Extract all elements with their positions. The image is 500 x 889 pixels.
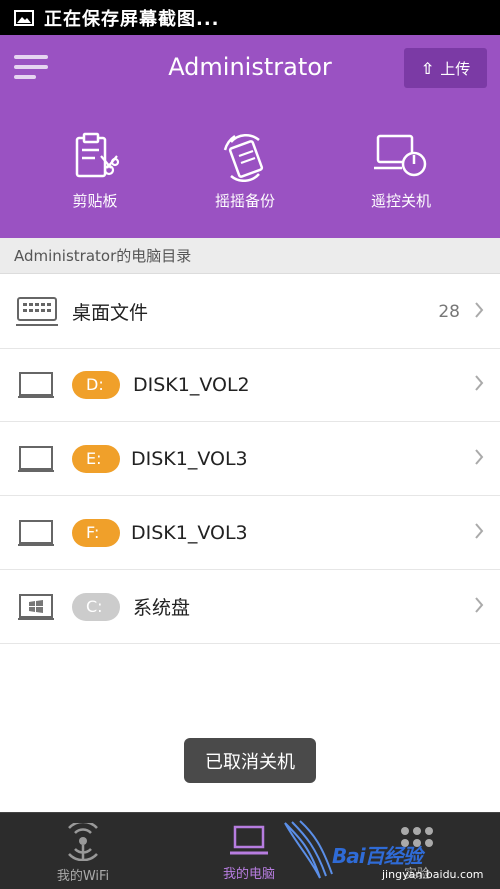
shake-backup-icon (223, 133, 264, 182)
nav-label: 我的WiFi (56, 869, 110, 884)
chevron-right-icon (475, 523, 484, 539)
shake-backup-label: 摇摇备份 (214, 192, 275, 210)
item-name: DISK1_VOL2 (133, 373, 250, 396)
chevron-right-icon (475, 597, 484, 613)
toast-message: 已取消关机 (184, 738, 316, 783)
drive-icon (18, 445, 54, 472)
remote-shutdown-icon (374, 134, 427, 177)
upload-label: 上传 (440, 59, 471, 78)
drive-icon (18, 371, 54, 398)
watermark-url: jingyan.baidu.com (382, 868, 484, 881)
clipboard-icon (75, 132, 120, 178)
nav-my-wifi[interactable]: 我的WiFi (0, 813, 166, 889)
laptop-icon (230, 825, 268, 855)
baidu-watermark: Bai百经验 jingyan.baidu.com (280, 818, 500, 889)
list-item-drive-e[interactable]: E: DISK1_VOL3 (0, 422, 500, 496)
item-name: 系统盘 (133, 597, 191, 619)
drive-badge: D: (72, 370, 120, 399)
upload-button[interactable]: ⇧ 上传 (404, 48, 487, 88)
list-item-desktop[interactable]: 桌面文件 28 (0, 275, 500, 349)
item-name: DISK1_VOL3 (131, 521, 248, 544)
chevron-right-icon (475, 302, 484, 318)
section-header: Administrator的电脑目录 (0, 238, 500, 274)
drive-icon (18, 519, 54, 546)
remote-shutdown-button[interactable]: 遥控关机 (336, 130, 466, 211)
shake-backup-button[interactable]: 摇摇备份 (180, 130, 310, 211)
item-count: 28 (438, 301, 460, 322)
drive-badge: C: (72, 592, 120, 621)
chevron-right-icon (475, 449, 484, 465)
list-item-drive-f[interactable]: F: DISK1_VOL3 (0, 496, 500, 570)
header: Administrator ⇧ 上传 剪贴板 摇摇备份 遥控关机 (0, 35, 500, 238)
screenshot-icon (14, 9, 34, 26)
drive-badge: F: (72, 518, 120, 547)
clipboard-button[interactable]: 剪贴板 (30, 130, 160, 211)
keyboard-icon (16, 296, 58, 326)
item-name: DISK1_VOL3 (131, 447, 248, 470)
clipboard-label: 剪贴板 (72, 192, 118, 210)
status-text: 正在保存屏幕截图... (44, 8, 220, 30)
windows-drive-icon (18, 593, 54, 620)
watermark-brand: Bai百经验 (332, 844, 423, 868)
drive-badge: E: (72, 444, 120, 473)
list-item-drive-d[interactable]: D: DISK1_VOL2 (0, 348, 500, 422)
section-title: Administrator的电脑目录 (14, 247, 192, 265)
remote-shutdown-label: 遥控关机 (370, 192, 431, 210)
status-bar: 正在保存屏幕截图... (0, 0, 500, 35)
list-item-drive-c[interactable]: C: 系统盘 (0, 570, 500, 644)
item-name: 桌面文件 (72, 302, 149, 324)
chevron-right-icon (475, 375, 484, 391)
upload-arrow-icon: ⇧ (420, 58, 435, 78)
wifi-icon (68, 823, 98, 861)
